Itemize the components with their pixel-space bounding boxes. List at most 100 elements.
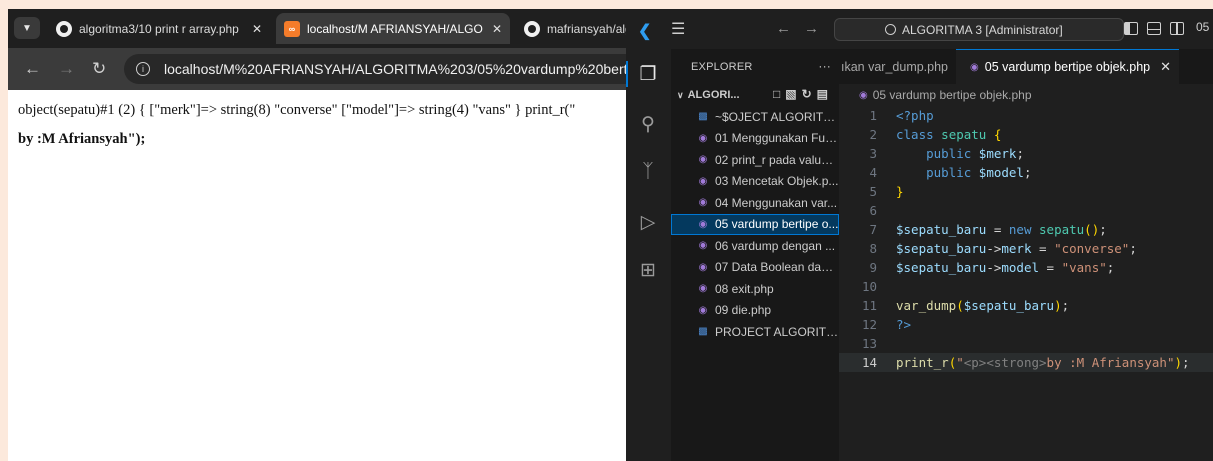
line-number: 5 bbox=[869, 184, 877, 199]
php-file-icon: ◉ bbox=[698, 261, 708, 273]
line-number: 9 bbox=[869, 260, 877, 275]
file-item[interactable]: ◉ 04 Menggunakan var... bbox=[671, 192, 839, 214]
command-center-search[interactable]: ALGORITMA 3 [Administrator] bbox=[834, 18, 1124, 41]
address-bar[interactable]: i localhost/M%20AFRIANSYAH/ALGORITMA%203… bbox=[124, 54, 626, 84]
var-dump-output: object(sepatu)#1 (2) { ["merk"]=> string… bbox=[18, 102, 576, 118]
activity-bar: ❐ ⚲ ᛉ ▷ ⊞ bbox=[626, 49, 671, 461]
file-item[interactable]: ▩ ~$OJECT ALGORITM... bbox=[671, 106, 839, 128]
code-text: $sepatu_baru = new sepatu(); bbox=[896, 222, 1107, 237]
close-icon[interactable]: ✕ bbox=[252, 22, 262, 36]
more-actions-icon[interactable]: ··· bbox=[818, 59, 831, 73]
source-control-icon[interactable]: ᛉ bbox=[637, 161, 659, 183]
file-item[interactable]: ◉ 03 Mencetak Objek.p... bbox=[671, 171, 839, 193]
workspace-file-icon: ▩ bbox=[698, 326, 708, 338]
code-text: var_dump($sepatu_baru); bbox=[896, 298, 1070, 313]
browser-toolbar: ← → ↻ i localhost/M%20AFRIANSYAH/ALGORIT… bbox=[8, 48, 626, 90]
vscode-title-bar: ❮ ☰ ← → ALGORITMA 3 [Administrator] 05 bbox=[626, 9, 1213, 49]
code-line: 3 public $merk; bbox=[839, 144, 1213, 163]
line-number: 1 bbox=[869, 108, 877, 123]
workspace-file-icon: ▩ bbox=[698, 111, 708, 123]
browser-tab-github-repo[interactable]: mafriansyah/alg bbox=[516, 13, 626, 44]
code-area[interactable]: 1 <?php 2 class sepatu { 3 public $merk; 4… bbox=[839, 106, 1213, 372]
file-item[interactable]: ◉ 02 print_r pada value.... bbox=[671, 149, 839, 171]
code-editor: ıkan var_dump.php ◉ 05 vardump bertipe o… bbox=[839, 49, 1213, 461]
command-center-text: ALGORITMA 3 [Administrator] bbox=[902, 22, 1063, 37]
file-item[interactable]: ◉ 01 Menggunakan Fun... bbox=[671, 128, 839, 150]
editor-tab-var-dump[interactable]: ıkan var_dump.php bbox=[839, 49, 956, 84]
file-item[interactable]: ◉ 06 vardump dengan ... bbox=[671, 235, 839, 257]
close-icon[interactable]: ✕ bbox=[1160, 59, 1171, 75]
line-number: 7 bbox=[869, 222, 877, 237]
code-line: 1 <?php bbox=[839, 106, 1213, 125]
vscode-logo-icon: ❮ bbox=[638, 23, 652, 40]
root-folder-label: ALGORI... bbox=[687, 89, 740, 101]
forward-arrow-icon[interactable]: → bbox=[804, 20, 819, 37]
forward-arrow-icon[interactable]: → bbox=[58, 59, 75, 79]
file-item[interactable]: ▩PROJECT ALGORITMA... bbox=[671, 321, 839, 343]
php-file-icon: ◉ bbox=[698, 218, 708, 230]
php-file-icon: ◉ bbox=[698, 197, 708, 209]
editor-tab-bar: ıkan var_dump.php ◉ 05 vardump bertipe o… bbox=[839, 49, 1213, 84]
line-number: 14 bbox=[861, 355, 877, 370]
close-icon[interactable]: ✕ bbox=[492, 22, 502, 36]
explorer-sidebar: EXPLORER ··· ∨ ALGORI... □▧↻▤ ▩ ~$OJECT A… bbox=[671, 49, 839, 461]
code-line: 9 $sepatu_baru->model = "vans"; bbox=[839, 258, 1213, 277]
code-line: 7 $sepatu_baru = new sepatu(); bbox=[839, 220, 1213, 239]
xampp-icon: ∞ bbox=[284, 20, 300, 37]
code-text: print_r("<p><strong>by :M Afriansyah"); bbox=[896, 355, 1190, 370]
editor-tab-label: ıkan var_dump.php bbox=[841, 59, 949, 74]
line-number: 13 bbox=[861, 336, 877, 351]
extensions-icon[interactable]: ⊞ bbox=[637, 259, 659, 281]
file-item[interactable]: ◉ 07 Data Boolean dan ... bbox=[671, 257, 839, 279]
tab-title: algoritma3/10 print r array.php bbox=[79, 21, 239, 36]
github-icon bbox=[56, 20, 72, 37]
code-line: 11 var_dump($sepatu_baru); bbox=[839, 296, 1213, 315]
code-line: 12 ?> bbox=[839, 315, 1213, 334]
code-line: 13 bbox=[839, 334, 1213, 353]
code-line: 2 class sepatu { bbox=[839, 125, 1213, 144]
line-number: 11 bbox=[861, 298, 877, 313]
reload-icon[interactable]: ↻ bbox=[92, 59, 106, 79]
file-item[interactable]: ◉ 09 die.php bbox=[671, 300, 839, 322]
line-number: 10 bbox=[861, 279, 877, 294]
php-file-icon: ◉ bbox=[698, 132, 708, 144]
info-icon[interactable]: i bbox=[136, 62, 150, 76]
toggle-secondary-sidebar-icon[interactable] bbox=[1170, 22, 1184, 35]
file-item-selected[interactable]: ◉ 05 vardump bertipe o... bbox=[671, 213, 839, 235]
explorer-actions[interactable]: □▧↻▤ bbox=[773, 87, 833, 101]
search-icon[interactable]: ⚲ bbox=[637, 113, 659, 135]
php-file-icon: ◉ bbox=[698, 304, 708, 316]
toggle-sidebar-icon[interactable] bbox=[1124, 22, 1138, 35]
breadcrumb-file: 05 vardump bertipe objek.php bbox=[872, 88, 1032, 102]
php-file-icon: ◉ bbox=[698, 283, 708, 295]
line-number: 3 bbox=[869, 146, 877, 161]
url-text: localhost/M%20AFRIANSYAH/ALGORITMA%203/0… bbox=[164, 61, 626, 77]
code-text: class sepatu { bbox=[896, 127, 1002, 142]
explorer-title: EXPLORER bbox=[691, 60, 753, 73]
title-bar-truncated: 05 bbox=[1196, 20, 1210, 34]
file-list: ▩ ~$OJECT ALGORITM... ◉ 01 Menggunakan Fun… bbox=[671, 106, 839, 343]
code-text: ?> bbox=[896, 317, 912, 332]
back-arrow-icon[interactable]: ← bbox=[24, 59, 41, 79]
tab-search-button[interactable]: ▼ bbox=[14, 17, 40, 39]
search-icon bbox=[885, 24, 896, 35]
explorer-files-icon[interactable]: ❐ bbox=[637, 63, 659, 85]
browser-tab-localhost[interactable]: ∞ localhost/M AFRIANSYAH/ALGO ✕ bbox=[276, 13, 510, 44]
code-text: public $model; bbox=[926, 165, 1032, 180]
code-line: 10 bbox=[839, 277, 1213, 296]
php-file-icon: ◉ bbox=[698, 175, 708, 187]
toggle-panel-icon[interactable] bbox=[1147, 22, 1161, 35]
chevron-down-icon: ∨ bbox=[677, 89, 684, 100]
breadcrumb[interactable]: ◉ 05 vardump bertipe objek.php bbox=[839, 84, 1213, 106]
editor-tab-label: 05 vardump bertipe objek.php bbox=[984, 60, 1151, 74]
file-item[interactable]: ◉ 08 exit.php bbox=[671, 278, 839, 300]
chevron-down-icon: ▼ bbox=[22, 22, 32, 34]
php-file-icon: ◉ bbox=[698, 240, 708, 252]
explorer-root-folder[interactable]: ∨ ALGORI... □▧↻▤ bbox=[671, 84, 839, 106]
hamburger-menu-icon[interactable]: ☰ bbox=[671, 19, 685, 39]
code-line: 5} bbox=[839, 182, 1213, 201]
back-arrow-icon[interactable]: ← bbox=[776, 20, 791, 37]
editor-tab-active[interactable]: ◉ 05 vardump bertipe objek.php ✕ bbox=[956, 49, 1180, 84]
run-debug-icon[interactable]: ▷ bbox=[637, 211, 659, 233]
browser-tab-github-array[interactable]: algoritma3/10 print r array.php ✕ bbox=[48, 13, 270, 44]
